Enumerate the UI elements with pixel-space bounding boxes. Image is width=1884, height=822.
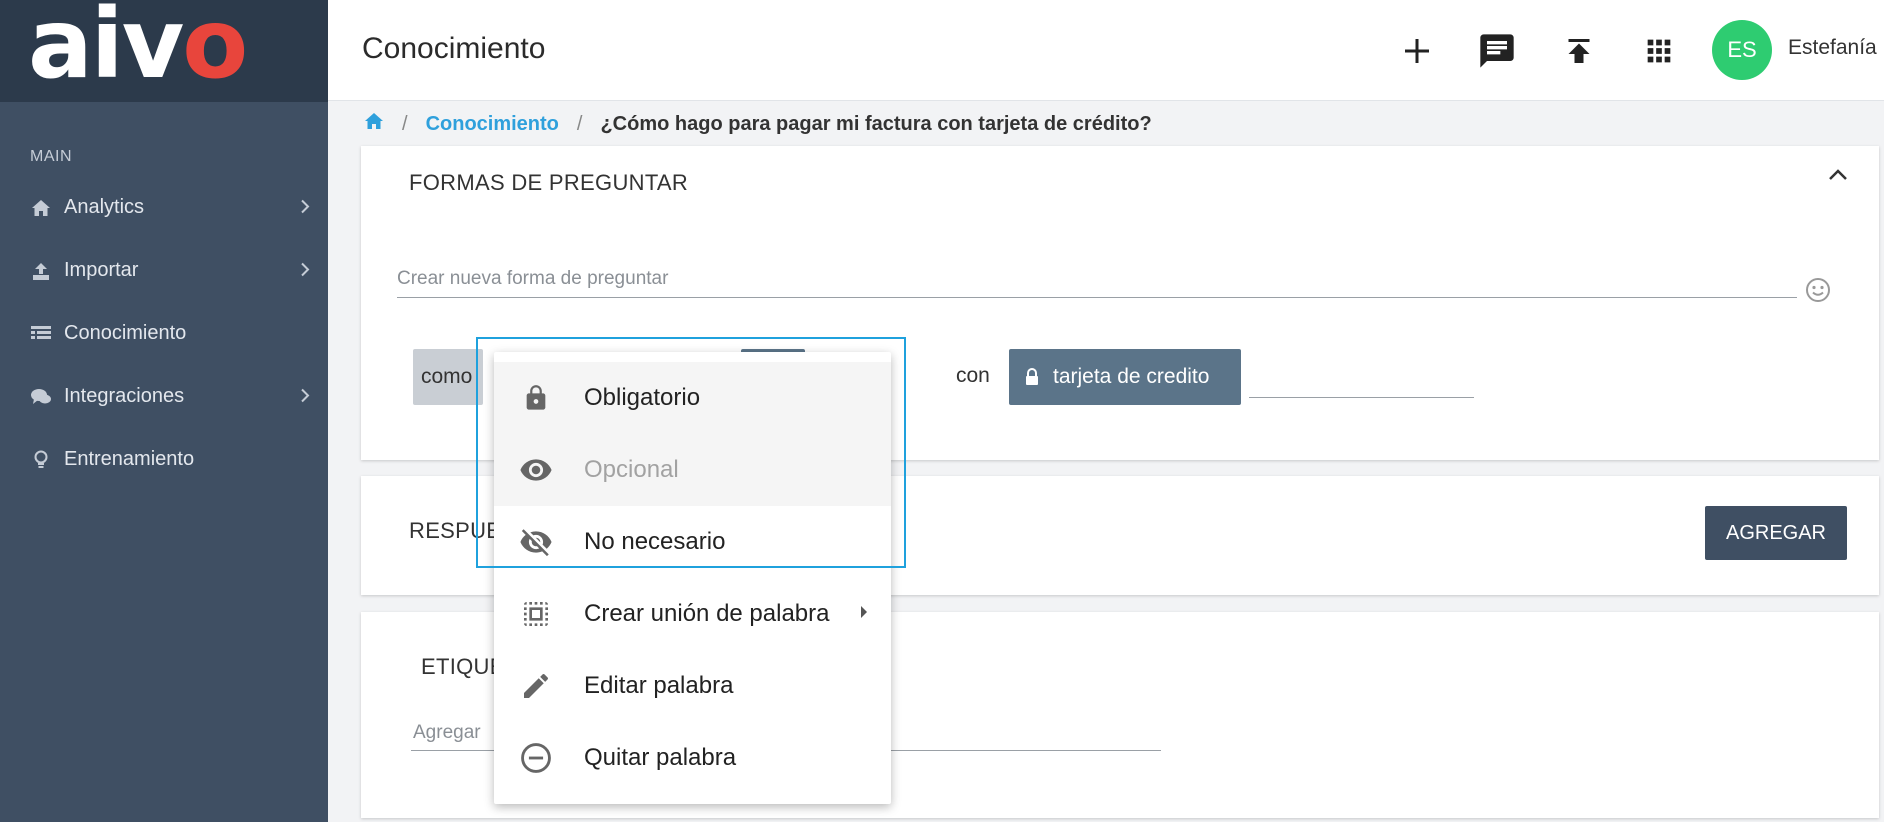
list-icon [30, 323, 52, 345]
agregar-button[interactable]: AGREGAR [1705, 506, 1847, 560]
sidebar-item-label: Importar [64, 259, 139, 281]
menu-item-label: Crear unión de palabra [584, 600, 830, 627]
menu-item-quitar[interactable]: Quitar palabra [494, 722, 891, 794]
sidebar-item-label: Integraciones [64, 385, 185, 407]
lightbulb-icon [30, 449, 52, 471]
eye-off-icon [518, 524, 554, 560]
chip-label: tarjeta de credito [1053, 365, 1210, 388]
sidebar-item-integraciones[interactable]: Integraciones [0, 365, 328, 428]
sidebar-item-label: Conocimiento [64, 322, 187, 344]
upload-icon [30, 260, 52, 282]
emoji-icon[interactable] [1804, 276, 1832, 309]
menu-item-editar[interactable]: Editar palabra [494, 650, 891, 722]
page-title: Conocimiento [362, 32, 546, 65]
new-question-input[interactable]: Crear nueva forma de preguntar [397, 246, 1797, 298]
lock-icon [1025, 368, 1039, 386]
aivo-logo[interactable]: aivo [28, 0, 248, 92]
home-icon[interactable] [364, 112, 384, 136]
eye-icon [518, 452, 554, 488]
minus-circle-icon [518, 740, 554, 776]
apps-grid-icon[interactable] [1636, 28, 1682, 74]
input-placeholder: Crear nueva forma de preguntar [397, 268, 669, 289]
sidebar-item-label: Analytics [64, 196, 145, 218]
top-bar: Conocimiento ES Estefanía [328, 0, 1884, 101]
breadcrumb-link-conocimiento[interactable]: Conocimiento [426, 113, 559, 136]
chevron-right-icon [300, 259, 310, 282]
breadcrumb-separator: / [402, 112, 408, 135]
sidebar-section-label: MAIN [30, 148, 72, 165]
plus-icon[interactable] [1394, 28, 1440, 74]
home-icon [30, 197, 52, 219]
word-chip-como[interactable]: como [413, 349, 483, 405]
publish-icon[interactable] [1556, 28, 1602, 74]
menu-item-label: Obligatorio [584, 384, 701, 411]
select-merge-icon [518, 596, 554, 632]
sidebar-item-entrenamiento[interactable]: Entrenamiento [0, 428, 328, 491]
menu-item-opcional[interactable]: Opcional [494, 434, 891, 506]
pencil-icon [518, 668, 554, 704]
chat-icon [30, 386, 52, 408]
word-con[interactable]: con [956, 364, 990, 388]
breadcrumb: / Conocimiento / ¿Cómo hago para pagar m… [364, 112, 1152, 136]
avatar[interactable]: ES [1712, 20, 1772, 80]
card-title: ETIQUE [421, 654, 505, 679]
chevron-right-icon [300, 196, 310, 219]
sidebar: aivo MAIN Analytics Importar Conocimient… [0, 0, 328, 822]
user-name[interactable]: Estefanía [1788, 36, 1877, 60]
word-chip-tarjeta[interactable]: tarjeta de credito [1009, 349, 1241, 405]
menu-item-label: Opcional [584, 456, 679, 483]
sidebar-nav: Analytics Importar Conocimiento Integrac… [0, 176, 328, 491]
menu-item-label: No necesario [584, 528, 726, 555]
sidebar-item-importar[interactable]: Importar [0, 239, 328, 302]
menu-item-obligatorio[interactable]: Obligatorio [494, 362, 891, 434]
menu-item-no-necesario[interactable]: No necesario [494, 506, 891, 578]
card-title: FORMAS DE PREGUNTAR [409, 170, 689, 195]
word-context-menu: Obligatorio Opcional No necesario Crear … [494, 352, 891, 804]
breadcrumb-separator: / [576, 112, 583, 135]
menu-item-label: Editar palabra [584, 672, 734, 699]
sidebar-item-conocimiento[interactable]: Conocimiento [0, 302, 328, 365]
menu-item-crear-union[interactable]: Crear unión de palabra [494, 578, 891, 650]
sidebar-item-label: Entrenamiento [64, 448, 195, 470]
sidebar-item-analytics[interactable]: Analytics [0, 176, 328, 239]
word-input[interactable] [1249, 356, 1474, 398]
breadcrumb-current: ¿Cómo hago para pagar mi factura con tar… [600, 112, 1152, 135]
chevron-up-icon[interactable] [1828, 168, 1848, 187]
caret-right-icon [859, 605, 869, 624]
logo-area: aivo [0, 0, 328, 102]
lock-icon [518, 380, 554, 416]
menu-item-label: Quitar palabra [584, 744, 737, 771]
chevron-right-icon [300, 385, 310, 408]
input-placeholder: Agregar [413, 722, 481, 743]
message-icon[interactable] [1474, 28, 1520, 74]
